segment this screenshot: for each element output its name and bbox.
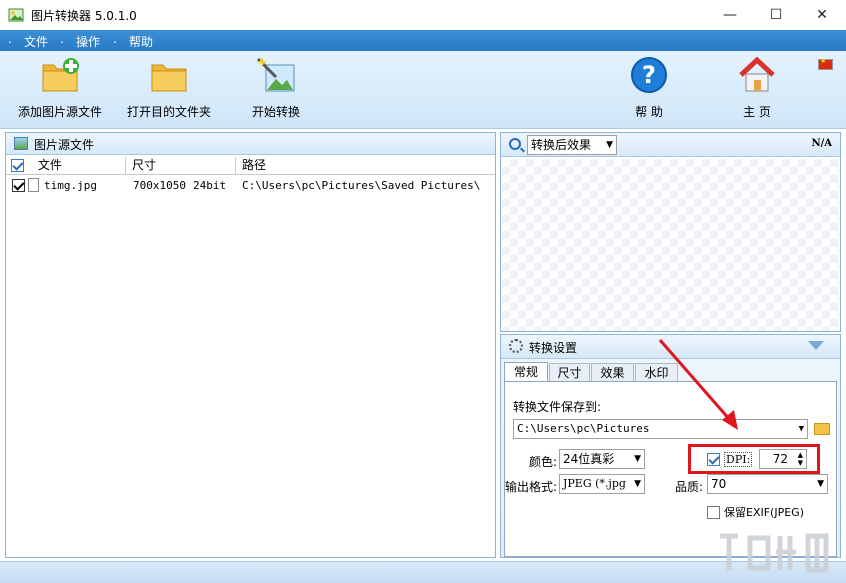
annotation-highlight <box>688 444 820 474</box>
watermark-logo-icon <box>720 533 829 573</box>
annotation-arrow-icon <box>658 339 738 430</box>
